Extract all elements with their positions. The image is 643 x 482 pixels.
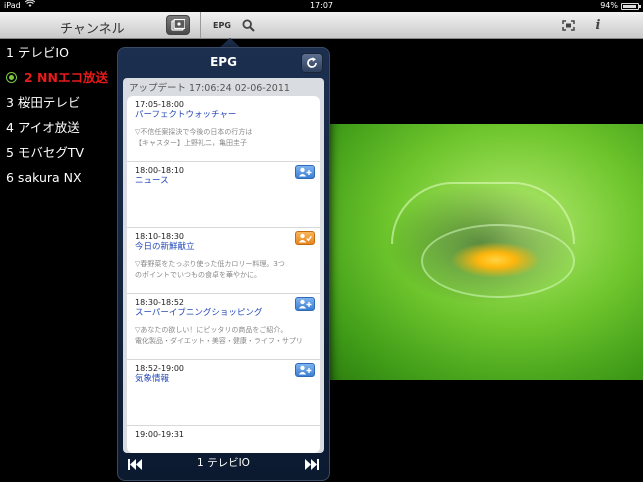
channel-label: 2 NNエコ放送 xyxy=(24,70,108,85)
program-item[interactable]: 19:00-19:31 xyxy=(127,426,320,453)
fullscreen-icon xyxy=(561,19,575,31)
program-time: 18:00-18:10 xyxy=(135,166,184,175)
program-time: 18:30-18:52 xyxy=(135,298,184,307)
channel-list-title: チャンネル xyxy=(60,22,125,37)
battery-fill xyxy=(623,4,637,8)
add-reminder-button[interactable] xyxy=(295,165,315,179)
reminder-set-button[interactable] xyxy=(295,231,315,245)
program-item[interactable]: 18:52-19:00 気象情報 xyxy=(127,360,320,426)
next-channel-button[interactable] xyxy=(305,455,319,474)
program-title: パーフェクトウォッチャー xyxy=(135,110,237,120)
refresh-icon xyxy=(307,57,317,68)
program-title: 気象情報 xyxy=(135,374,170,384)
program-item[interactable]: 17:05-18:00 パーフェクトウォッチャー ▽不信任案採決で今後の日本の行… xyxy=(127,96,320,162)
program-item[interactable]: 18:30-18:52 スーパーイブニングショッピング ▽あなたの欲しい！にピッ… xyxy=(127,294,320,360)
fullscreen-button[interactable] xyxy=(558,15,578,35)
battery-percent: 94% xyxy=(600,1,618,10)
add-person-icon xyxy=(298,365,312,375)
update-timestamp: アップデート 17:06:24 02-06-2011 xyxy=(129,83,290,94)
channel-item[interactable]: 4 アイオ放送 xyxy=(0,115,118,140)
program-time: 18:10-18:30 xyxy=(135,232,184,241)
program-list[interactable]: 17:05-18:00 パーフェクトウォッチャー ▽不信任案採決で今後の日本の行… xyxy=(127,96,320,453)
info-button[interactable]: i xyxy=(590,15,606,35)
toolbar: チャンネル EPG i xyxy=(0,12,643,39)
add-person-icon xyxy=(298,167,312,177)
channel-toolbar: チャンネル xyxy=(0,12,201,39)
battery-icon xyxy=(621,2,641,10)
add-reminder-button[interactable] xyxy=(295,363,315,377)
channel-item[interactable]: 3 桜田テレビ xyxy=(0,90,118,115)
footer-channel-label: 1 テレビIO xyxy=(197,457,250,469)
epg-button[interactable]: EPG xyxy=(211,15,233,35)
person-check-icon xyxy=(298,233,312,243)
epg-popover: EPG アップデート 17:06:24 02-06-2011 17:05-18:… xyxy=(117,47,330,481)
program-time: 17:05-18:00 xyxy=(135,100,184,109)
channel-label: 4 アイオ放送 xyxy=(6,120,80,135)
program-description: ▽あなたの欲しい！にピッタリの商品をご紹介。 電化製品・ダイエット・美容・健康・ラ… xyxy=(135,326,303,345)
program-time: 18:52-19:00 xyxy=(135,364,184,373)
skip-forward-icon xyxy=(305,459,319,470)
channel-label: 1 テレビIO xyxy=(6,45,69,60)
epg-body: アップデート 17:06:24 02-06-2011 17:05-18:00 パ… xyxy=(123,78,324,453)
program-item[interactable]: 18:10-18:30 今日の新鮮献立 ▽春野菜をたっぷり使った低カロリー料理。… xyxy=(127,228,320,294)
channel-item[interactable]: 6 sakura NX xyxy=(0,165,118,190)
epg-title: EPG xyxy=(210,55,237,69)
program-item[interactable]: 18:00-18:10 ニュース xyxy=(127,162,320,228)
channel-edit-button[interactable] xyxy=(166,15,190,35)
refresh-button[interactable] xyxy=(301,53,323,73)
program-description: ▽春野菜をたっぷり使った低カロリー料理。3つ のポイントでいつもの食卓を華やかに。 xyxy=(135,260,285,279)
search-button[interactable] xyxy=(238,15,258,35)
channel-label: 5 モバセグTV xyxy=(6,145,85,160)
video-player[interactable] xyxy=(321,124,643,380)
channel-item[interactable]: 5 モバセグTV xyxy=(0,140,118,165)
channel-item[interactable]: 1 テレビIO xyxy=(0,40,118,65)
program-title: 今日の新鮮献立 xyxy=(135,242,195,252)
status-time: 17:07 xyxy=(309,1,334,10)
channel-label: 6 sakura NX xyxy=(6,170,82,185)
now-playing-indicator-icon xyxy=(7,73,16,82)
search-icon xyxy=(241,18,255,32)
channel-list-icon xyxy=(171,19,185,31)
program-title: ニュース xyxy=(135,176,169,186)
program-description: ▽不信任案採決で今後の日本の行方は 【キャスター】上野礼二，亀田圭子 xyxy=(135,128,253,147)
status-bar: iPad 17:07 94% xyxy=(0,0,643,12)
add-person-icon xyxy=(298,299,312,309)
channel-label: 3 桜田テレビ xyxy=(6,95,81,110)
channel-list: 1 テレビIO 2 NNエコ放送 3 桜田テレビ 4 アイオ放送 5 モバセグT… xyxy=(0,40,118,190)
epg-footer: 1 テレビIO xyxy=(118,450,329,472)
program-title: スーパーイブニングショッピング xyxy=(135,308,263,318)
channel-item-active[interactable]: 2 NNエコ放送 xyxy=(0,65,118,90)
program-time: 19:00-19:31 xyxy=(135,430,184,439)
add-reminder-button[interactable] xyxy=(295,297,315,311)
